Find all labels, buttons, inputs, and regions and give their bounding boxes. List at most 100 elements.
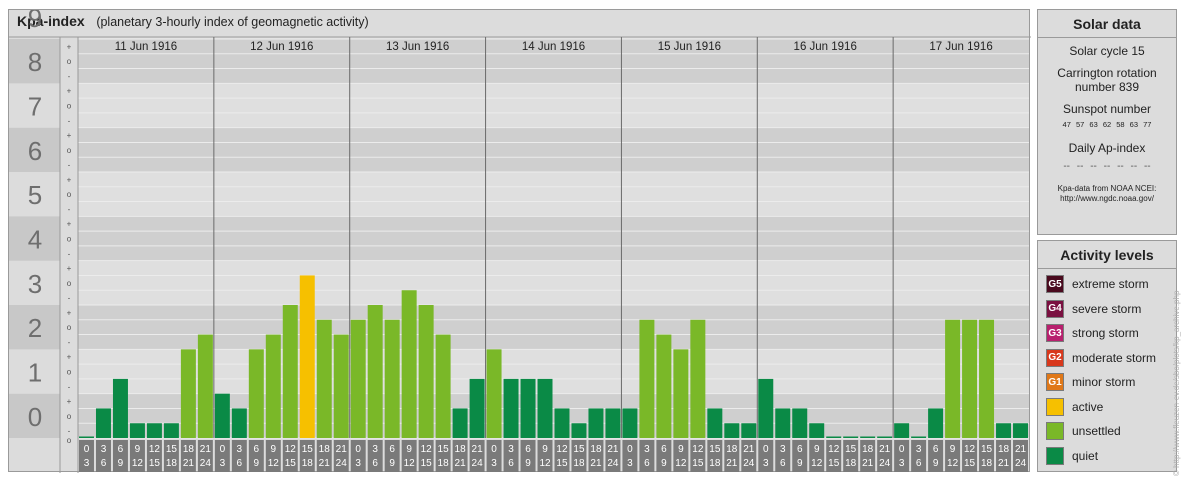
interval-end-label: 3 <box>763 458 769 469</box>
interval-end-label: 3 <box>84 458 90 469</box>
kp-bar <box>843 436 859 438</box>
interval-end-label: 12 <box>811 458 823 469</box>
sunspot-title: Sunspot number <box>1062 102 1152 116</box>
kp-bar <box>775 408 791 438</box>
y-minor-tick: o <box>67 57 72 66</box>
interval-end-label: 12 <box>268 458 280 469</box>
interval-end-label: 18 <box>981 458 993 469</box>
interval-end-label: 15 <box>149 458 161 469</box>
interval-start-label: 3 <box>916 444 922 455</box>
kp-bar <box>418 305 434 438</box>
interval-start-label: 21 <box>1015 444 1027 455</box>
y-minor-tick: - <box>68 72 71 81</box>
interval-end-label: 21 <box>455 458 467 469</box>
interval-start-label: 0 <box>763 444 769 455</box>
legend-swatch: G1 <box>1046 373 1064 391</box>
interval-end-label: 24 <box>1015 458 1027 469</box>
y-tick-label: 6 <box>28 136 42 166</box>
legend-swatch: G5 <box>1046 275 1064 293</box>
plot-band <box>78 305 1029 350</box>
y-minor-tick: o <box>67 235 72 244</box>
kp-bar <box>707 408 723 438</box>
kpa-chart-panel: Kpa-index (planetary 3-hourly index of g… <box>8 9 1031 473</box>
legend-item: G4 severe storm <box>1046 299 1142 318</box>
interval-end-label: 9 <box>525 458 531 469</box>
y-minor-tick: + <box>67 131 72 140</box>
kp-bar <box>622 408 638 438</box>
interval-end-label: 24 <box>336 458 348 469</box>
kp-bar <box>452 408 468 438</box>
kp-bar <box>503 378 519 438</box>
kp-bar <box>486 349 502 438</box>
interval-end-label: 6 <box>237 458 243 469</box>
interval-start-label: 15 <box>709 444 721 455</box>
carrington-rotation: Carrington rotation number 839 <box>1057 66 1157 94</box>
y-tick-label: 8 <box>28 47 42 77</box>
kp-bar <box>1013 423 1028 438</box>
ap-index-title: Daily Ap-index <box>1068 141 1146 155</box>
interval-end-label: 18 <box>438 458 450 469</box>
interval-start-label: 6 <box>389 444 395 455</box>
interval-start-label: 18 <box>998 444 1010 455</box>
interval-start-label: 18 <box>726 444 738 455</box>
plot-band <box>78 349 1029 394</box>
interval-end-label: 12 <box>132 458 144 469</box>
interval-end-label: 24 <box>200 458 212 469</box>
interval-end-label: 24 <box>607 458 619 469</box>
interval-end-label: 24 <box>743 458 755 469</box>
legend-item: G2 moderate storm <box>1046 348 1156 367</box>
kp-bar <box>129 423 145 438</box>
y-minor-tick: + <box>67 42 72 51</box>
activity-levels-title: Activity levels <box>1038 241 1176 269</box>
interval-end-label: 21 <box>319 458 331 469</box>
kp-bar <box>877 436 893 438</box>
legend-label: quiet <box>1072 448 1099 463</box>
y-minor-tick: o <box>67 323 72 332</box>
kp-bar <box>214 393 230 438</box>
day-label: 11 Jun 1916 <box>115 41 177 53</box>
kp-bar <box>605 408 621 438</box>
interval-end-label: 12 <box>404 458 416 469</box>
y-tick-label: 2 <box>28 313 42 343</box>
legend-label: extreme storm <box>1072 277 1149 291</box>
interval-start-label: 21 <box>879 444 891 455</box>
kp-bar <box>996 423 1012 438</box>
interval-end-label: 21 <box>862 458 874 469</box>
interval-start-label: 18 <box>183 444 195 455</box>
interval-start-label: 0 <box>627 444 633 455</box>
interval-end-label: 12 <box>947 458 959 469</box>
legend-item: unsettled <box>1046 422 1121 440</box>
interval-start-label: 12 <box>692 444 704 455</box>
interval-end-label: 18 <box>845 458 857 469</box>
interval-end-label: 21 <box>726 458 738 469</box>
kp-bar <box>435 334 451 438</box>
interval-end-label: 9 <box>933 458 939 469</box>
y-tick-label: 0 <box>28 402 42 432</box>
legend-swatch: G3 <box>1046 324 1064 342</box>
interval-end-label: 6 <box>372 458 378 469</box>
kp-bar <box>180 349 196 438</box>
kp-bar <box>282 305 298 438</box>
kp-bar <box>231 408 247 438</box>
plot-band <box>78 127 1029 172</box>
site-credit: © http://www.fleuzen-ev.de/sbo/plots/kp_… <box>1172 290 1181 476</box>
interval-end-label: 18 <box>573 458 585 469</box>
interval-start-label: 15 <box>981 444 993 455</box>
interval-start-label: 0 <box>84 444 90 455</box>
day-label: 12 Jun 1916 <box>250 41 313 53</box>
interval-start-label: 3 <box>101 444 107 455</box>
kp-bar <box>588 408 604 438</box>
interval-end-label: 12 <box>539 458 551 469</box>
interval-end-label: 15 <box>285 458 297 469</box>
interval-end-label: 15 <box>964 458 976 469</box>
y-minor-tick: - <box>68 116 71 125</box>
legend-item: G3 strong storm <box>1046 324 1139 342</box>
solar-data-panel: Solar data Solar cycle 15 Carrington rot… <box>1037 9 1177 235</box>
kp-bar <box>520 378 536 438</box>
kp-bar <box>945 319 961 438</box>
interval-start-label: 21 <box>200 444 212 455</box>
plot-band <box>78 83 1029 128</box>
y-tick-label: 1 <box>28 358 42 388</box>
legend-label: severe storm <box>1072 301 1142 316</box>
kp-bar <box>367 305 383 438</box>
